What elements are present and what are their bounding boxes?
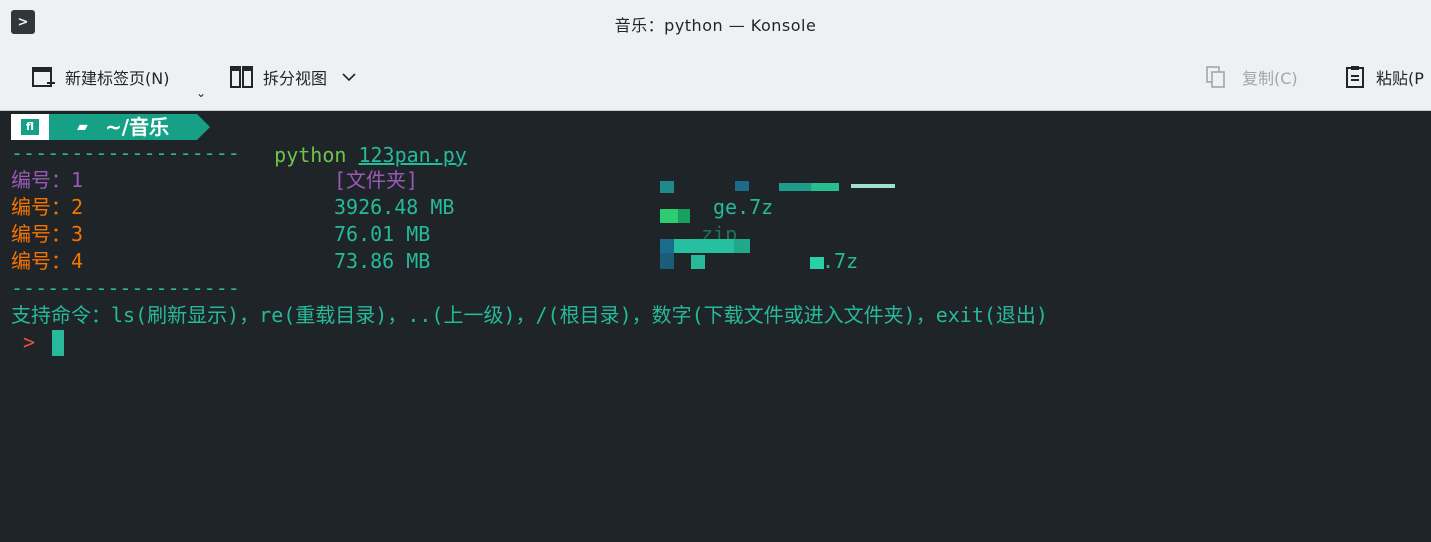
row-4-size: 73.86 MB — [334, 249, 431, 273]
script-name: 123pan.py — [358, 143, 467, 167]
redaction-block — [660, 181, 674, 193]
row-3-label: 编号：3 — [11, 222, 84, 246]
row-2-label: 编号：2 — [11, 195, 84, 219]
new-tab-icon — [31, 65, 57, 89]
redaction-block — [779, 183, 811, 191]
os-logo-icon: fl — [21, 119, 39, 135]
input-prompt: > — [23, 330, 36, 354]
new-tab-dropdown-icon[interactable]: ⌄ — [196, 86, 206, 100]
row-2-size: 3926.48 MB — [334, 195, 455, 219]
row-2-name: ge.7z — [713, 195, 774, 219]
folder-icon: ▰ — [77, 119, 88, 135]
redaction-block — [810, 257, 824, 269]
copy-label: 复制(C) — [1242, 69, 1298, 88]
window-title: 音乐：python — Konsole — [614, 16, 817, 35]
redaction-block — [678, 209, 690, 223]
redaction-block — [691, 255, 705, 269]
split-view-label: 拆分视图 — [263, 69, 328, 88]
row-3-size: 76.01 MB — [334, 222, 431, 246]
terminal-area[interactable]: fl ▰ ~/音乐 python 123pan.py -------------… — [5, 111, 1431, 542]
redaction-block — [735, 181, 749, 191]
row-1-label: 编号：1 — [11, 168, 84, 192]
paste-button[interactable]: 粘贴(P — [1344, 64, 1424, 90]
split-view-icon — [229, 65, 255, 89]
redaction-block — [660, 239, 674, 253]
redaction-block — [811, 183, 839, 191]
chevron-down-icon — [341, 71, 357, 83]
row-4-label: 编号：4 — [11, 249, 84, 273]
command: python — [274, 143, 347, 167]
window-header: > 音乐：python — Konsole 新建标签页(N) ⌄ 拆分视图 复制… — [0, 0, 1431, 111]
new-tab-label: 新建标签页(N) — [65, 69, 170, 88]
redaction-block — [674, 239, 734, 253]
help-text: 支持命令：ls(刷新显示)，re(重载目录)，..(上一级)，/(根目录)，数字… — [11, 303, 1048, 327]
redaction-block — [734, 239, 750, 253]
copy-icon — [1204, 65, 1228, 89]
redaction-block — [851, 184, 895, 188]
title-bar: > 音乐：python — Konsole — [0, 0, 1431, 44]
new-tab-button[interactable]: 新建标签页(N) — [31, 64, 169, 90]
prompt-dir-segment: ▰ ~/音乐 — [49, 114, 197, 140]
text-cursor — [52, 330, 64, 356]
row-1-size: [文件夹] — [334, 168, 419, 192]
redaction-block — [660, 253, 674, 269]
row-4-name: .7z — [822, 249, 859, 273]
copy-button[interactable]: 复制(C) — [1204, 64, 1298, 90]
paste-icon — [1344, 65, 1368, 89]
prompt-os-segment: fl — [11, 114, 49, 140]
toolbar: 新建标签页(N) ⌄ 拆分视图 复制(C) 粘贴(P — [0, 54, 1431, 100]
separator-top: ------------------- — [11, 141, 240, 165]
prompt-arrow-end-icon — [197, 114, 210, 140]
split-view-button[interactable]: 拆分视图 — [229, 64, 357, 90]
paste-label: 粘贴(P — [1376, 69, 1424, 88]
redaction-block — [660, 209, 678, 223]
prompt-dir: ~/音乐 — [105, 115, 170, 139]
separator-bottom: ------------------- — [11, 276, 240, 300]
